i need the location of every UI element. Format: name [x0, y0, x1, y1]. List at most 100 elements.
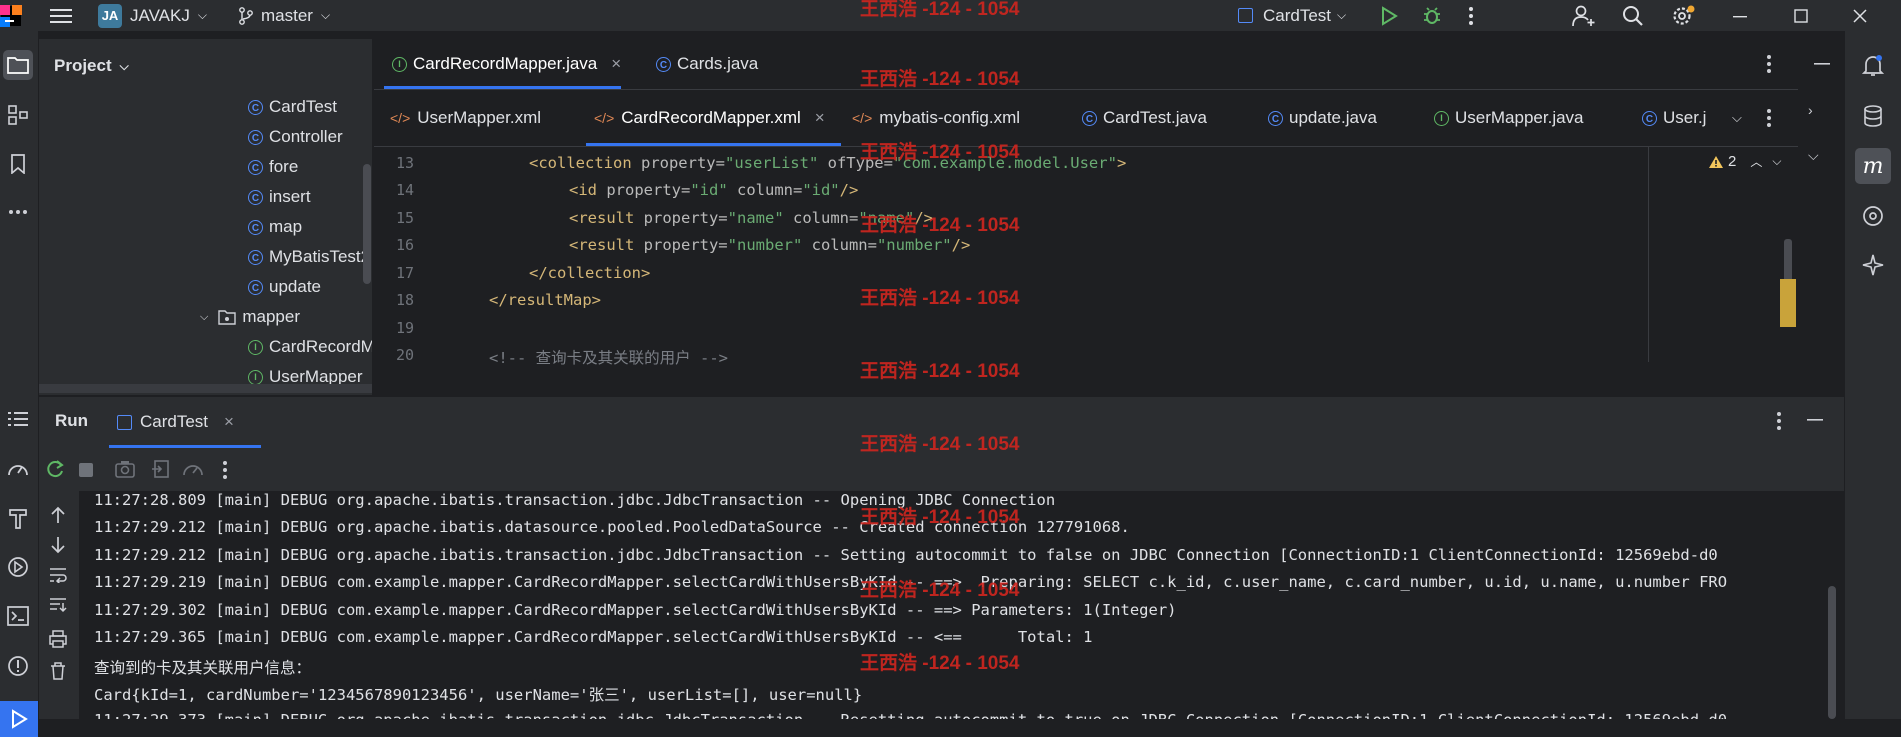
line-number: 13 [395, 154, 414, 172]
search-icon[interactable] [1622, 0, 1644, 31]
tree-item-insert[interactable]: Cinsert [248, 184, 311, 210]
class-icon: C [1082, 110, 1097, 126]
profiler-tool-icon[interactable] [3, 454, 33, 484]
database-icon[interactable] [1858, 101, 1888, 131]
more-tools-icon[interactable] [3, 197, 33, 227]
close-icon[interactable]: × [224, 412, 234, 432]
tree-item-label: insert [269, 187, 311, 206]
editor-scrollbar-thumb[interactable] [1784, 239, 1792, 284]
tab-list-chevron-icon[interactable]: ⌵ [1732, 93, 1742, 143]
tree-item-cardtest[interactable]: C CardTest [248, 94, 337, 120]
run-panel-minimize-icon[interactable] [1807, 419, 1823, 423]
tree-folder-mapper[interactable]: ⌵ mapper [200, 304, 300, 330]
settings-icon[interactable] [1670, 0, 1696, 31]
trash-icon[interactable] [50, 662, 66, 680]
line-number: 16 [395, 236, 414, 254]
scroll-to-end-icon[interactable] [49, 597, 67, 613]
tree-item-label: CardTest [269, 97, 338, 116]
project-panel-header[interactable]: Project ⌵ [54, 53, 129, 79]
tab-user-java[interactable]: C User.j [1642, 93, 1722, 143]
console-scrollbar[interactable] [1828, 586, 1836, 719]
main-menu-icon[interactable] [50, 0, 72, 31]
tab-update-java[interactable]: C update.java [1268, 93, 1377, 143]
chevron-down-icon[interactable]: ⌵ [1808, 147, 1819, 164]
build-tool-icon[interactable] [3, 503, 33, 533]
stop-icon[interactable] [79, 463, 93, 477]
tree-item-fore[interactable]: Cfore [248, 154, 298, 180]
project-tool-icon[interactable] [3, 50, 33, 80]
close-window-button[interactable] [1853, 0, 1867, 31]
chevron-down-icon[interactable]: ⌵ [1772, 154, 1781, 169]
app-logo-icon[interactable] [0, 0, 22, 31]
minimize-button[interactable] [1733, 0, 1747, 31]
chevron-right-icon[interactable]: › [1808, 102, 1813, 118]
editor-more-icon[interactable] [1766, 39, 1772, 89]
tab-cardtest-java[interactable]: C CardTest.java [1082, 93, 1207, 143]
tab-usermapper-xml[interactable]: </> UserMapper.xml [390, 93, 541, 143]
soft-wrap-icon[interactable] [49, 567, 67, 583]
tree-item-update[interactable]: Cupdate [248, 274, 321, 300]
coverage-icon[interactable] [182, 460, 204, 480]
xml-file-icon: </> [390, 110, 411, 126]
more-actions-icon[interactable] [1468, 0, 1474, 31]
class-icon: C [248, 129, 263, 145]
tab-usermapper-java[interactable]: I UserMapper.java [1434, 93, 1584, 143]
run-more-icon[interactable] [222, 460, 228, 480]
tab-cardrecordmapper-xml[interactable]: </> CardRecordMapper.xml × [594, 93, 825, 143]
services-tool-icon[interactable] [3, 552, 33, 582]
xml-file-icon: </> [594, 110, 615, 126]
chevron-up-icon[interactable]: ︿ [1750, 153, 1762, 170]
line-number: 20 [395, 346, 414, 364]
tree-item-controller[interactable]: C Controller [248, 124, 343, 150]
terminal-tool-icon[interactable] [3, 601, 33, 631]
commit-icon[interactable] [1858, 201, 1888, 231]
console-output[interactable]: 11:27:28.809 [main] DEBUG org.apache.iba… [80, 491, 1842, 719]
restore-layout-icon[interactable] [151, 460, 169, 478]
tab-cards-java[interactable]: C Cards.java [656, 39, 758, 89]
bookmarks-tool-icon[interactable] [3, 149, 33, 179]
scroll-up-icon[interactable] [50, 506, 66, 524]
project-badge: JA [98, 3, 122, 28]
structure-tool-icon[interactable] [3, 100, 33, 130]
maximize-button[interactable] [1794, 0, 1808, 31]
debug-button[interactable] [1422, 0, 1442, 31]
todo-tool-icon[interactable] [3, 404, 33, 434]
problems-tool-icon[interactable] [3, 651, 33, 681]
camera-icon[interactable] [115, 460, 135, 478]
tab-mybatis-config-xml[interactable]: </> mybatis-config.xml [852, 93, 1020, 143]
console-line: 11:27:29.212 [main] DEBUG org.apache.iba… [94, 546, 1718, 564]
run-button[interactable] [1380, 0, 1398, 31]
run-tool-icon[interactable] [0, 701, 38, 737]
editor-tabs-more-icon[interactable] [1766, 93, 1772, 143]
tree-item-mybatistest2[interactable]: C MyBatisTest2 [248, 244, 370, 270]
project-scrollbar[interactable] [363, 164, 371, 284]
project-h-scrollbar[interactable] [39, 384, 372, 393]
class-icon: C [248, 219, 263, 235]
tree-item-map[interactable]: Cmap [248, 214, 302, 240]
class-icon: C [1268, 110, 1283, 126]
scroll-down-icon[interactable] [50, 536, 66, 554]
xml-file-icon: </> [852, 110, 873, 126]
class-icon: C [248, 189, 263, 205]
tree-item-cardrecordmapper[interactable]: I CardRecordMapper [248, 334, 372, 360]
ai-assistant-icon[interactable] [1858, 250, 1888, 280]
close-icon[interactable]: × [611, 54, 621, 74]
inspection-widget[interactable]: 2 ︿ ⌵ [1708, 153, 1781, 170]
maven-icon[interactable]: m [1855, 148, 1891, 184]
chevron-down-icon: ⌵ [320, 8, 331, 22]
branch-switcher[interactable]: master ⌵ [238, 0, 330, 31]
rerun-icon[interactable] [45, 459, 65, 479]
code-editor[interactable]: 13 14 15 16 17 18 19 20 <collection prop… [374, 147, 1798, 395]
notifications-icon[interactable] [1858, 51, 1888, 81]
tab-cardrecordmapper-java[interactable]: I CardRecordMapper.java × [392, 39, 621, 89]
scroll-highlight-marker [1780, 279, 1796, 327]
run-tab-cardtest[interactable]: CardTest × [117, 397, 234, 447]
tree-item-label: mapper [242, 307, 300, 326]
editor-minimize-icon[interactable] [1803, 40, 1841, 90]
add-user-icon[interactable] [1572, 0, 1596, 31]
run-panel-more-icon[interactable] [1776, 411, 1782, 431]
run-config-selector[interactable]: CardTest ⌵ [1238, 0, 1346, 31]
print-icon[interactable] [49, 630, 67, 648]
close-icon[interactable]: × [815, 108, 825, 128]
project-switcher[interactable]: JA JAVAKJ ⌵ [98, 0, 207, 31]
